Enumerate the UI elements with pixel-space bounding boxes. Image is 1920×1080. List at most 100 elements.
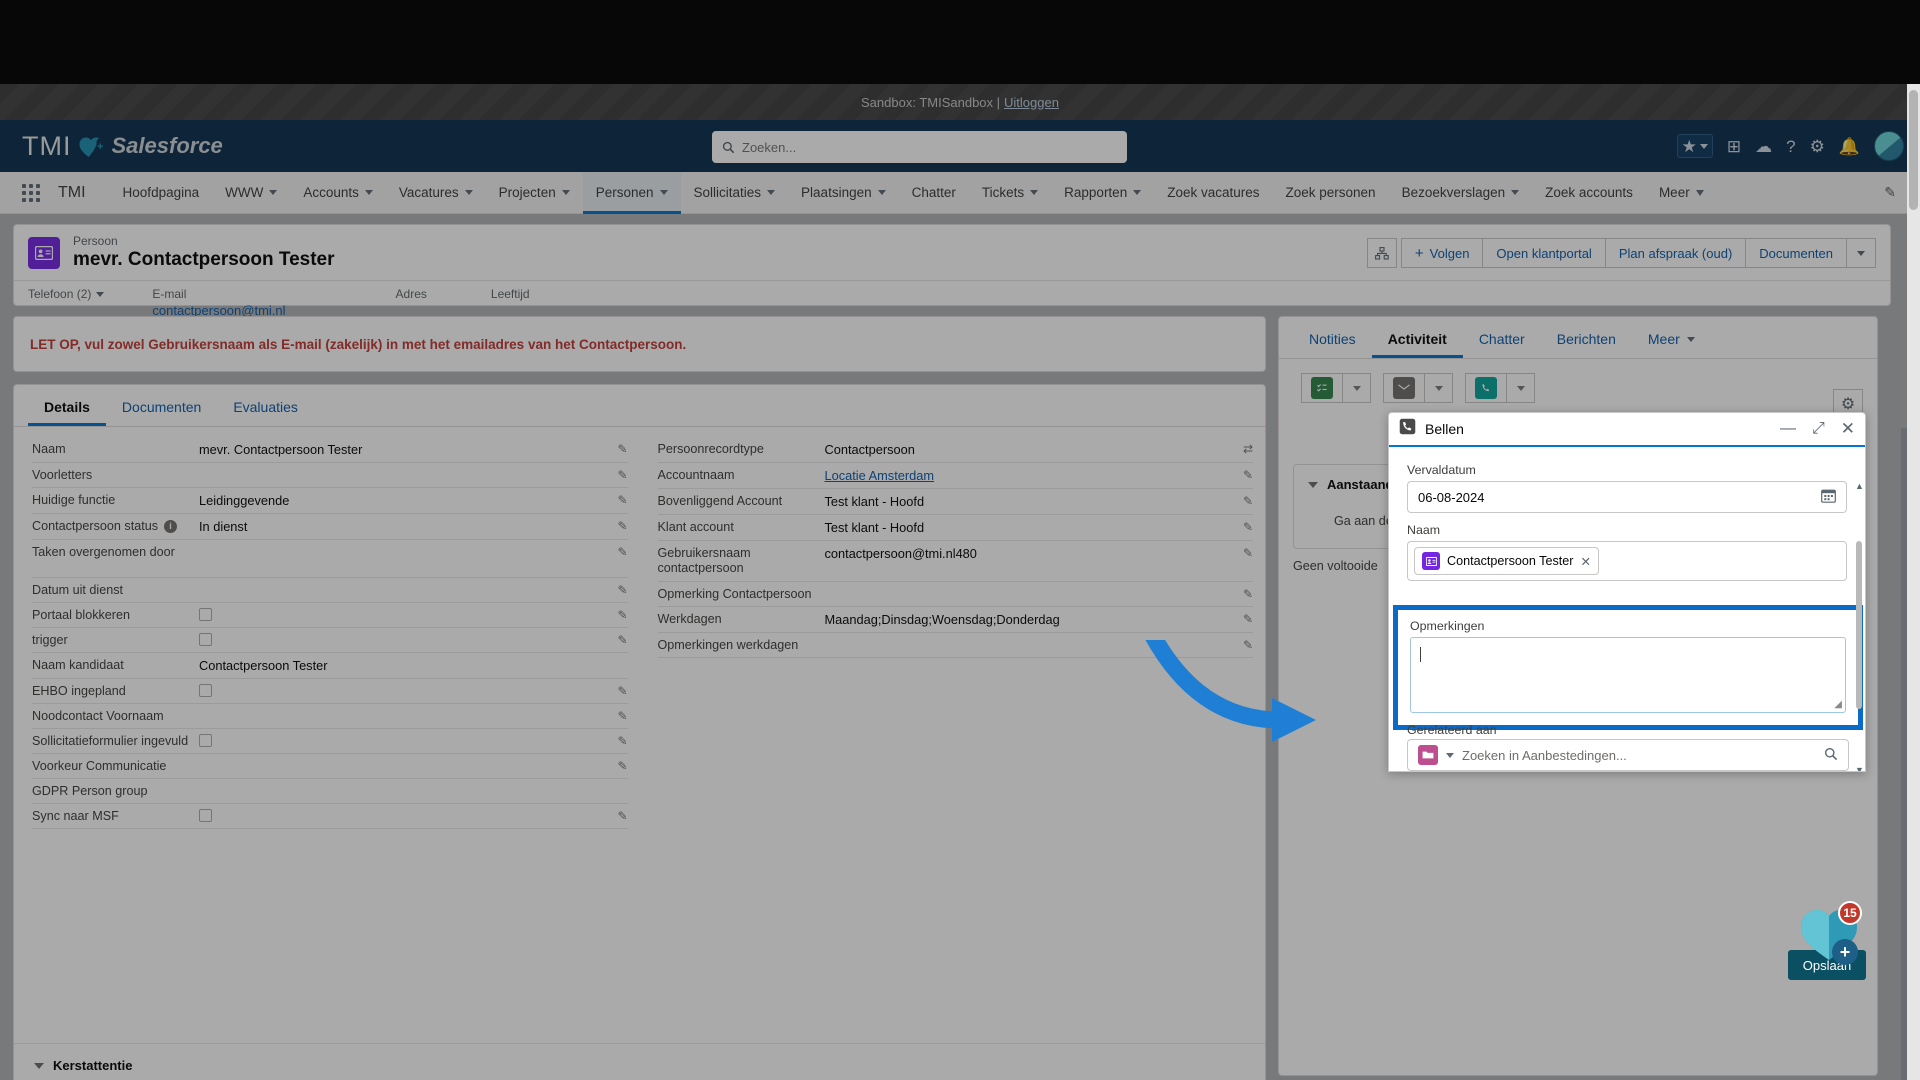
naam-lookup-field[interactable]: Contactpersoon Tester ✕ xyxy=(1407,541,1847,581)
chevron-down-icon[interactable] xyxy=(1699,143,1708,149)
edit-pencil-icon[interactable]: ✎ xyxy=(606,468,627,482)
tab-meer[interactable]: Meer xyxy=(1632,317,1711,358)
nav-item-chatter[interactable]: Chatter xyxy=(899,172,969,214)
nav-item-personen[interactable]: Personen xyxy=(582,171,681,214)
scroll-down-icon[interactable]: ▼ xyxy=(1855,765,1864,771)
remove-pill-icon[interactable]: ✕ xyxy=(1580,554,1591,569)
edit-pencil-icon[interactable]: ✎ xyxy=(606,633,627,647)
edit-pencil-icon[interactable]: ✎ xyxy=(1231,587,1253,601)
resize-handle-icon[interactable]: ◢ xyxy=(1834,699,1842,710)
tab-details[interactable]: Details xyxy=(28,385,106,426)
edit-pencil-icon[interactable]: ✎ xyxy=(606,608,627,622)
expand-icon[interactable]: ⤢ xyxy=(1812,420,1825,438)
gerelateerd-lookup-input[interactable]: Zoeken in Aanbestedingen... xyxy=(1407,739,1849,771)
scrollbar-thumb[interactable] xyxy=(1856,541,1862,709)
checkbox[interactable] xyxy=(199,608,212,621)
new-call-button[interactable] xyxy=(1465,373,1507,403)
edit-pencil-icon[interactable]: ✎ xyxy=(606,734,627,748)
edit-pencil-icon[interactable]: ✎ xyxy=(1231,520,1253,534)
edit-pencil-icon[interactable]: ✎ xyxy=(1231,612,1253,626)
setup-gear-icon[interactable]: ⚙ xyxy=(1810,138,1825,155)
opmerkingen-textarea[interactable]: ◢ xyxy=(1410,637,1846,713)
edit-pencil-icon[interactable]: ✎ xyxy=(606,809,627,823)
documenten-button[interactable]: Documenten xyxy=(1745,238,1847,268)
scrollbar-thumb[interactable] xyxy=(1909,90,1918,210)
more-actions-button[interactable] xyxy=(1846,238,1876,268)
change-record-type-icon[interactable]: ⇄ xyxy=(1231,442,1253,456)
edit-pencil-icon[interactable]: ✎ xyxy=(606,442,627,456)
edit-pencil-icon[interactable]: ✎ xyxy=(1231,638,1253,652)
star-icon[interactable]: ★ xyxy=(1682,138,1697,155)
nav-item-rapporten[interactable]: Rapporten xyxy=(1051,172,1154,214)
edit-pencil-icon[interactable]: ✎ xyxy=(1231,494,1253,508)
edit-pencil-icon[interactable]: ✎ xyxy=(606,759,627,773)
scroll-up-icon[interactable]: ▲ xyxy=(1855,481,1864,491)
checkbox[interactable] xyxy=(199,809,212,822)
checkbox[interactable] xyxy=(199,734,212,747)
new-email-button[interactable] xyxy=(1383,373,1425,403)
search-input[interactable] xyxy=(742,139,1117,155)
edit-nav-pencil-icon[interactable]: ✎ xyxy=(1884,184,1896,201)
edit-pencil-icon[interactable]: ✎ xyxy=(606,709,627,723)
modal-scrollbar[interactable]: ▲ ▼ xyxy=(1855,481,1864,771)
account-link[interactable]: Locatie Amsterdam xyxy=(825,468,935,483)
edit-pencil-icon[interactable]: ✎ xyxy=(606,583,627,597)
global-search[interactable] xyxy=(712,131,1127,163)
minimize-icon[interactable]: — xyxy=(1780,420,1796,438)
help-icon[interactable]: ? xyxy=(1786,138,1795,155)
volgen-button[interactable]: + Volgen xyxy=(1400,238,1484,268)
browser-scrollbar[interactable] xyxy=(1907,84,1920,1080)
app-launcher-plus-icon[interactable]: ⊞ xyxy=(1727,138,1741,155)
nav-item-zoek-personen[interactable]: Zoek personen xyxy=(1273,172,1389,214)
email-dropdown-button[interactable] xyxy=(1425,373,1453,403)
logout-link[interactable]: Uitloggen xyxy=(1004,95,1059,110)
hierarchy-icon-button[interactable] xyxy=(1366,238,1397,268)
notifications-bell-icon[interactable]: 🔔 xyxy=(1839,138,1860,155)
edit-pencil-icon[interactable]: ✎ xyxy=(1231,468,1253,482)
favorites-control[interactable]: ★ xyxy=(1676,134,1713,158)
new-task-button[interactable] xyxy=(1301,373,1343,403)
nav-item-zoek-accounts[interactable]: Zoek accounts xyxy=(1532,172,1646,214)
nav-item-vacatures[interactable]: Vacatures xyxy=(386,172,486,214)
tab-evaluaties[interactable]: Evaluaties xyxy=(217,385,314,426)
task-dropdown-button[interactable] xyxy=(1343,373,1371,403)
edit-pencil-icon[interactable]: ✎ xyxy=(606,545,627,559)
close-icon[interactable]: ✕ xyxy=(1841,419,1855,439)
avatar[interactable] xyxy=(1874,131,1904,161)
nav-item-projecten[interactable]: Projecten xyxy=(486,172,583,214)
tab-berichten[interactable]: Berichten xyxy=(1541,317,1632,358)
nav-item-tickets[interactable]: Tickets xyxy=(969,172,1051,214)
info-icon[interactable]: i xyxy=(164,519,178,533)
edit-pencil-icon[interactable]: ✎ xyxy=(1231,546,1253,560)
checkbox[interactable] xyxy=(199,684,212,697)
plus-icon[interactable]: + xyxy=(1832,939,1858,965)
calendar-icon[interactable] xyxy=(1821,488,1836,506)
nav-item-zoek-vacatures[interactable]: Zoek vacatures xyxy=(1154,172,1272,214)
nav-item-hoofdpagina[interactable]: Hoofdpagina xyxy=(110,172,213,214)
nav-item-www[interactable]: WWW xyxy=(212,172,290,214)
nav-item-meer[interactable]: Meer xyxy=(1646,172,1717,214)
checkbox[interactable] xyxy=(199,633,212,646)
cloud-icon[interactable]: ☁ xyxy=(1755,138,1772,155)
nav-item-accounts[interactable]: Accounts xyxy=(290,172,386,214)
nav-item-bezoekverslagen[interactable]: Bezoekverslagen xyxy=(1389,172,1533,214)
chevron-down-icon[interactable] xyxy=(1446,752,1454,758)
floating-help-widget[interactable]: 15 + xyxy=(1798,901,1862,967)
app-launcher-icon[interactable] xyxy=(22,183,40,202)
edit-pencil-icon[interactable]: ✎ xyxy=(606,519,627,533)
plan-afspraak-button[interactable]: Plan afspraak (oud) xyxy=(1604,238,1747,268)
tab-chatter[interactable]: Chatter xyxy=(1463,317,1541,358)
edit-pencil-icon[interactable]: ✎ xyxy=(606,684,627,698)
search-icon[interactable] xyxy=(1824,747,1838,764)
tab-notities[interactable]: Notities xyxy=(1293,317,1372,358)
chevron-down-icon[interactable] xyxy=(96,291,105,297)
nav-item-plaatsingen[interactable]: Plaatsingen xyxy=(788,172,899,214)
open-klantportal-button[interactable]: Open klantportal xyxy=(1482,238,1606,268)
call-dropdown-button[interactable] xyxy=(1507,373,1535,403)
nav-item-sollicitaties[interactable]: Sollicitaties xyxy=(681,172,789,214)
tab-documenten[interactable]: Documenten xyxy=(106,385,217,426)
edit-pencil-icon[interactable]: ✎ xyxy=(606,493,627,507)
section-kerstattentie[interactable]: Kerstattentie xyxy=(14,1043,1265,1080)
tab-activiteit[interactable]: Activiteit xyxy=(1372,317,1463,358)
vervaldatum-input[interactable]: 06-08-2024 xyxy=(1407,481,1847,513)
